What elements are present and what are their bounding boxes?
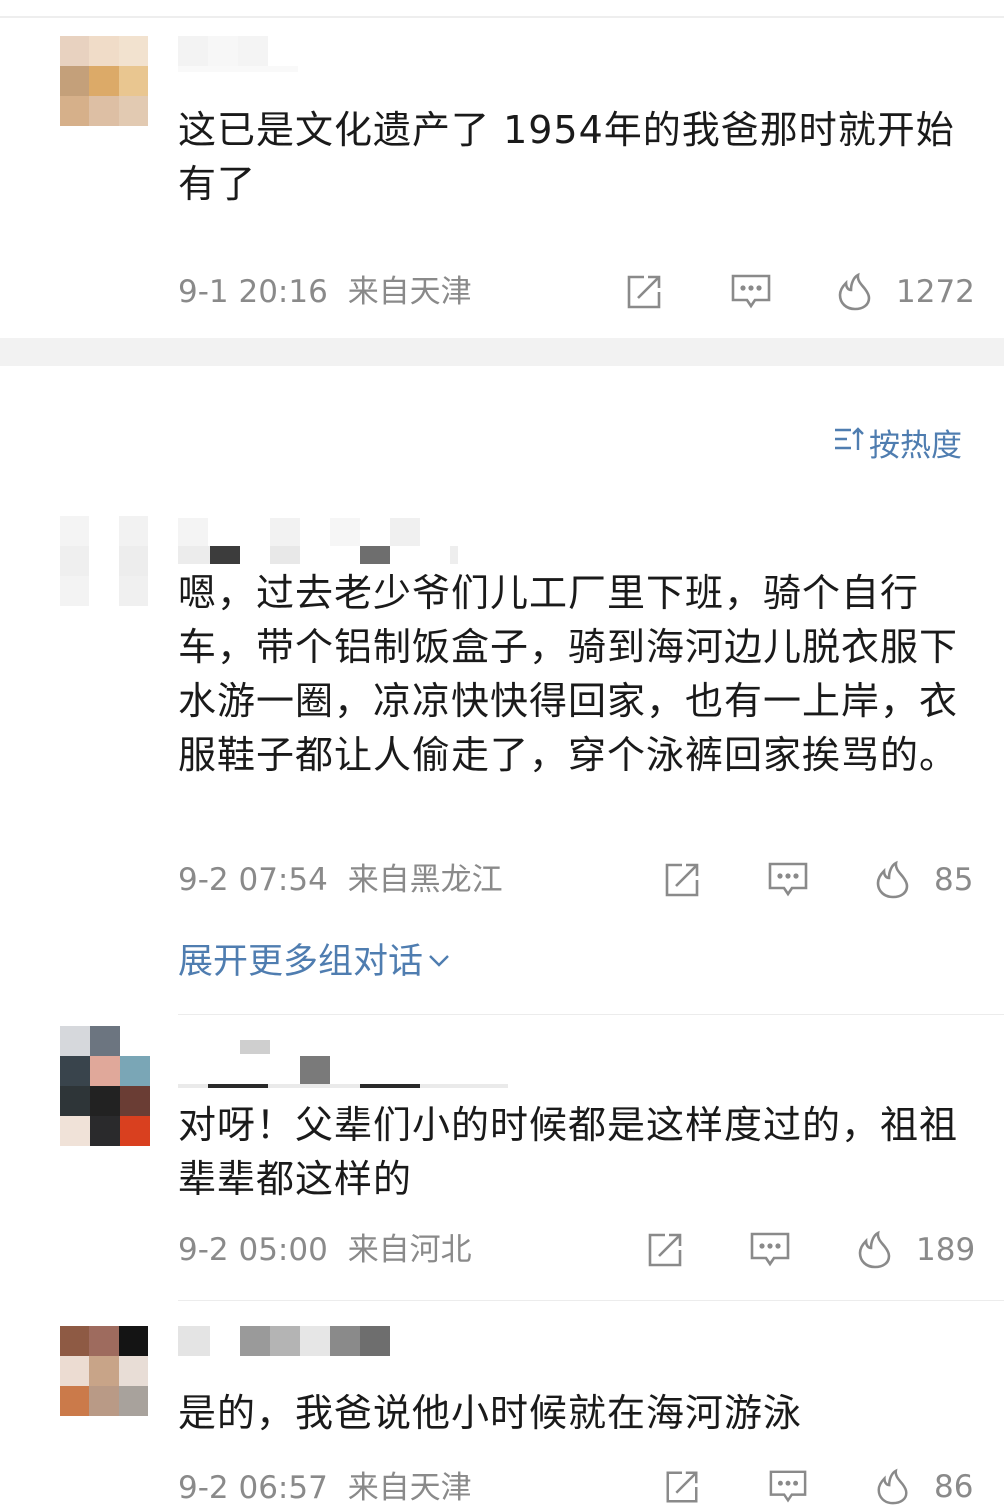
comment-time: 9-1 20:16 — [178, 274, 328, 310]
avatar[interactable] — [60, 36, 148, 126]
comment-icon — [767, 1468, 809, 1506]
flame-icon — [874, 860, 912, 900]
like-button[interactable]: 189 — [856, 1230, 975, 1270]
comment-text: 是的，我爸说他小时候就在海河游泳 — [178, 1391, 803, 1435]
thread-divider — [178, 1014, 1004, 1015]
sort-icon — [833, 424, 865, 462]
comment-meta: 9-2 07:54 来自黑龙江 — [178, 860, 503, 900]
comment-button[interactable] — [749, 1230, 791, 1270]
comment-time: 9-2 05:00 — [178, 1232, 328, 1268]
comment-time: 9-2 06:57 — [178, 1470, 328, 1506]
share-button[interactable] — [624, 272, 664, 312]
comment-meta: 9-2 06:57 来自天津 — [178, 1468, 472, 1508]
comment-button[interactable] — [767, 860, 809, 900]
comment-button[interactable] — [730, 272, 772, 312]
share-icon — [662, 1468, 702, 1506]
comment-icon — [730, 272, 772, 312]
expand-more-link[interactable]: 展开更多组对话 — [178, 933, 451, 984]
like-count: 189 — [916, 1232, 976, 1268]
comment-location: 来自天津 — [347, 274, 472, 310]
comment-time: 9-2 07:54 — [178, 862, 328, 898]
like-count: 1272 — [896, 274, 975, 310]
username[interactable] — [178, 518, 468, 564]
share-icon — [645, 1230, 685, 1270]
comment-meta: 9-1 20:16 来自天津 — [178, 272, 472, 312]
comment-text: 嗯，过去老少爷们儿工厂里下班，骑个自行车，带个铝制饭盒子，骑到海河边儿脱衣服下水… — [178, 571, 959, 777]
share-icon — [662, 860, 702, 900]
section-divider — [0, 338, 1004, 366]
comment-text: 对呀！父辈们小的时候都是这样度过的，祖祖辈辈都这样的 — [178, 1103, 959, 1201]
comment-meta: 9-2 05:00 来自河北 — [178, 1230, 472, 1270]
comment-icon — [749, 1230, 791, 1270]
avatar[interactable] — [60, 1026, 150, 1146]
comment-location: 来自黑龙江 — [347, 862, 503, 898]
share-button[interactable] — [662, 860, 702, 900]
username[interactable] — [178, 1326, 390, 1366]
avatar[interactable] — [60, 1326, 148, 1416]
like-count: 86 — [934, 1469, 974, 1505]
username[interactable] — [178, 36, 298, 76]
sort-toggle[interactable]: 按热度 — [833, 420, 962, 465]
share-button[interactable] — [645, 1230, 685, 1270]
share-button[interactable] — [662, 1468, 702, 1506]
thread-divider — [178, 1300, 1004, 1301]
share-icon — [624, 272, 664, 312]
sort-label: 按热度 — [869, 428, 962, 464]
comment-text: 这已是文化遗产了 1954年的我爸那时就开始有了 — [178, 108, 955, 206]
like-count: 85 — [934, 862, 974, 898]
comment-location: 来自天津 — [347, 1470, 472, 1506]
username[interactable] — [178, 1040, 508, 1088]
comment-icon — [767, 860, 809, 900]
flame-icon — [836, 272, 874, 312]
top-divider — [0, 16, 1004, 18]
flame-icon — [874, 1468, 912, 1506]
like-button[interactable]: 86 — [874, 1468, 973, 1506]
comment-location: 来自河北 — [347, 1232, 472, 1268]
flame-icon — [856, 1230, 894, 1270]
like-button[interactable]: 1272 — [836, 272, 975, 312]
avatar[interactable] — [60, 516, 148, 606]
expand-label: 展开更多组对话 — [178, 942, 424, 982]
comment-button[interactable] — [767, 1468, 809, 1506]
like-button[interactable]: 85 — [874, 860, 973, 900]
chevron-down-icon — [427, 939, 451, 979]
